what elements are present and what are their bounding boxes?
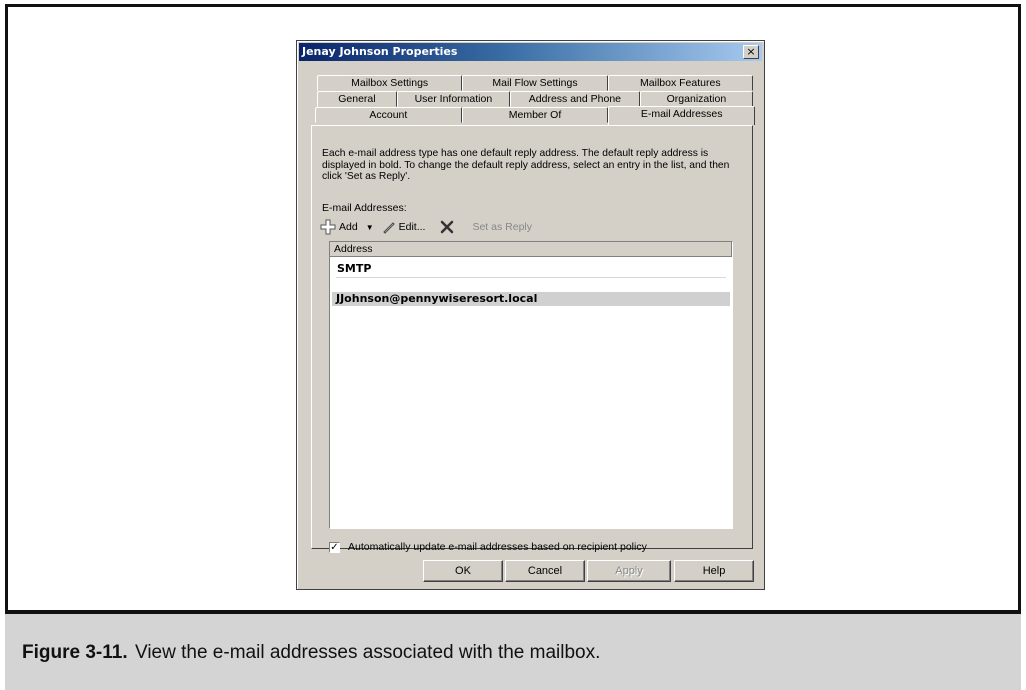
ok-button[interactable]: OK [423,560,503,582]
auto-update-label: Automatically update e-mail addresses ba… [348,541,647,553]
group-header-smtp: SMTP [337,262,372,275]
edit-button-label: Edit... [398,221,426,233]
figure-number: Figure 3-11. [22,642,128,663]
auto-update-option[interactable]: ✓ Automatically update e-mail addresses … [329,541,647,553]
caption-band: Figure 3-11. View the e-mail addresses a… [5,610,1021,690]
tab-row-2: General User Information Address and Pho… [317,91,753,107]
tab-mail-flow-settings[interactable]: Mail Flow Settings [462,75,608,91]
cancel-button[interactable]: Cancel [505,560,585,582]
tab-general[interactable]: General [317,91,397,107]
add-button-label: Add [339,221,358,233]
tab-address-and-phone[interactable]: Address and Phone [509,91,640,107]
add-button[interactable]: Add [320,219,358,235]
set-as-reply-button[interactable]: Set as Reply [472,221,532,233]
dialog-title: Jenay Johnson Properties [302,45,458,58]
remove-icon [441,220,454,234]
tab-user-information[interactable]: User Information [396,91,510,107]
column-header-address[interactable]: Address [330,242,732,257]
add-icon [320,219,336,235]
chevron-down-icon[interactable]: ▼ [366,223,374,232]
properties-dialog: Jenay Johnson Properties × Mailbox Setti… [296,40,765,590]
email-toolbar: Add ▼ Edit... Set as Reply [320,218,546,236]
edit-icon [382,222,395,234]
apply-button[interactable]: Apply [587,560,671,582]
remove-button[interactable] [439,220,458,234]
close-button[interactable]: × [743,45,759,59]
list-item[interactable]: JJohnson@pennywiseresort.local [332,292,730,306]
edit-button[interactable]: Edit... [382,220,426,234]
figure: Jenay Johnson Properties × Mailbox Setti… [0,0,1026,690]
tab-email-addresses[interactable]: E-mail Addresses [608,106,756,125]
dialog-titlebar[interactable]: Jenay Johnson Properties × [299,43,762,61]
tab-mailbox-features[interactable]: Mailbox Features [607,75,753,91]
email-address-list[interactable]: Address SMTP JJohnson@pennywiseresort.lo… [329,241,733,529]
tab-member-of[interactable]: Member Of [461,107,609,123]
tab-row-1: Mailbox Settings Mail Flow Settings Mail… [317,75,753,91]
group-divider [336,277,726,278]
description-text: Each e-mail address type has one default… [322,148,730,182]
tab-account[interactable]: Account [315,107,462,123]
set-as-reply-label: Set as Reply [472,221,532,233]
help-button[interactable]: Help [674,560,754,582]
figure-caption: View the e-mail addresses associated wit… [135,642,601,663]
email-addresses-label: E-mail Addresses: [322,202,407,214]
tab-organization[interactable]: Organization [639,91,753,107]
tab-row-3: Account Member Of E-mail Addresses [315,106,756,125]
tab-mailbox-settings[interactable]: Mailbox Settings [317,75,463,91]
figure-frame: Jenay Johnson Properties × Mailbox Setti… [5,4,1021,610]
auto-update-checkbox[interactable]: ✓ [329,541,340,553]
